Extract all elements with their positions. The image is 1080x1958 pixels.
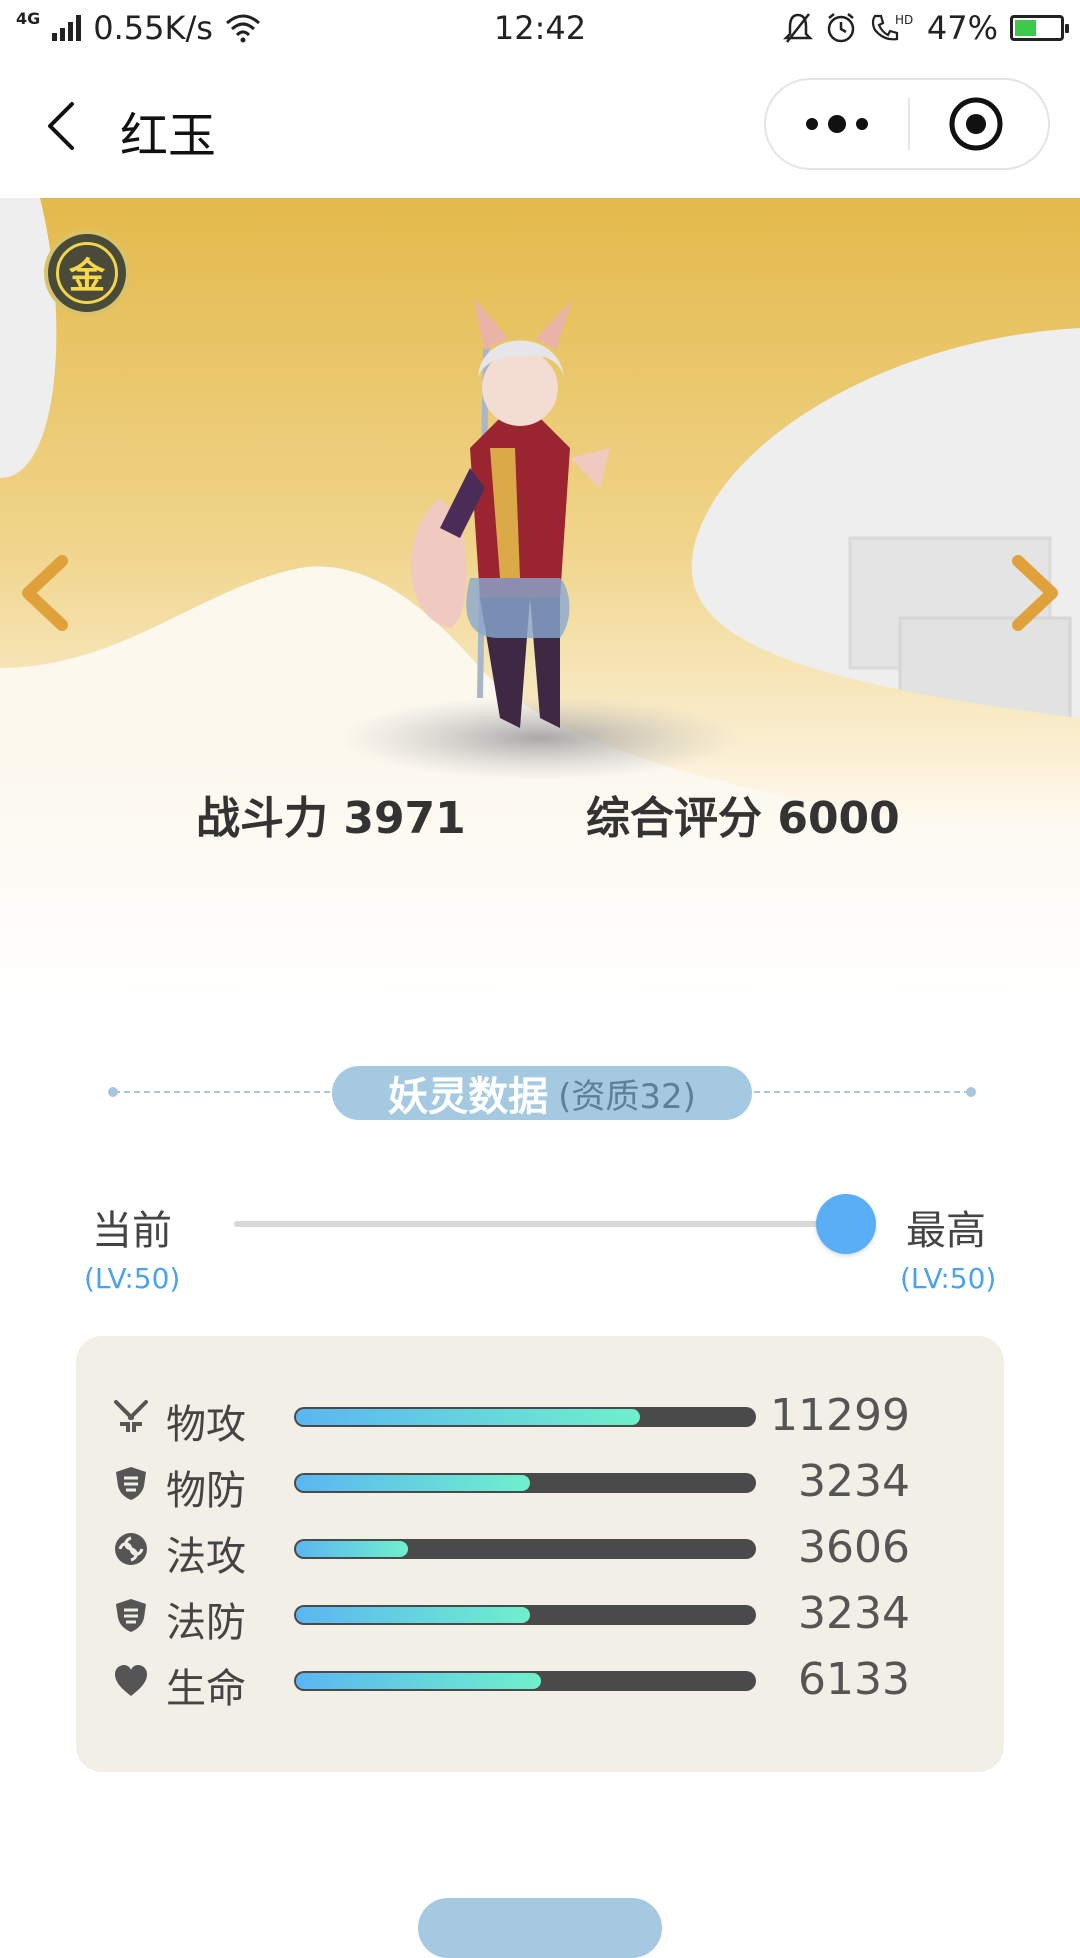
page-title: 红玉 [120,108,217,164]
battery-icon [1010,15,1069,41]
signal-icon [52,15,82,41]
power-score-line: 战斗力 3971 综合评分 6000 [0,782,1080,852]
combat-power-label: 战斗力 [196,793,328,844]
chevron-left-icon [22,555,68,631]
section-title-pill: 妖灵数据 (资质32) [332,1066,752,1120]
previous-spirit-button[interactable] [16,553,76,633]
level-slider-fill [234,1221,854,1227]
attribute-bar [294,1605,756,1625]
wifi-icon [225,14,260,43]
attribute-row: 物防 3234 [76,1454,1004,1514]
attribute-bar-fill [296,1607,530,1623]
close-mini-program-button[interactable] [910,80,1048,168]
status-right: HD 47% [782,9,1069,47]
attribute-row: 法防 3234 [76,1586,1004,1646]
chevron-right-icon [1012,555,1058,631]
svg-text:HD: HD [895,13,913,27]
network-type: 4G [16,8,41,28]
attribute-bar-fill [296,1409,640,1425]
attribute-panel: 物攻 11299 物防 3234 法攻 3606 法防 3234 生命 6133 [76,1336,1004,1772]
next-section-pill [418,1898,662,1958]
attribute-bar [294,1671,756,1691]
attribute-name: 法攻 [166,1534,246,1580]
chevron-left-icon [48,102,74,150]
overall-score-value: 6000 [777,793,900,844]
shield-icon [116,1467,146,1500]
grade-badge-char: 金 [56,242,118,304]
attribute-row: 法攻 3606 [76,1520,1004,1580]
attribute-name: 物攻 [166,1402,246,1448]
overall-score-label: 综合评分 [586,793,762,844]
attribute-name: 生命 [166,1666,246,1712]
battery-fill [1015,20,1036,36]
max-level-label: 最高 [906,1208,986,1254]
section-title: 妖灵数据 [388,1074,549,1120]
combat-power-value: 3971 [343,793,466,844]
mini-program-capsule [764,78,1050,170]
magic-swirl-icon [115,1533,147,1565]
level-slider[interactable] [234,1221,854,1227]
more-button[interactable] [766,80,908,168]
attribute-value: 11299 [770,1390,910,1441]
mute-bell-icon [782,13,813,43]
showcase-background [0,198,1080,1018]
header-dot-right [966,1087,976,1097]
attribute-bar-fill [296,1475,530,1491]
max-level-value: (LV:50) [900,1262,997,1295]
overall-score: 综合评分 6000 [586,782,900,846]
attribute-row: 物攻 11299 [76,1388,1004,1448]
combat-power: 战斗力 3971 [196,782,466,846]
next-spirit-button[interactable] [1004,553,1064,633]
attribute-row: 生命 6133 [76,1652,1004,1712]
title-bar: 红玉 [0,56,1080,198]
battery-percent: 47% [926,9,998,47]
attribute-value: 3234 [798,1588,910,1639]
network-speed: 0.55K/s [93,9,213,47]
alarm-clock-icon [827,13,855,43]
attribute-bar-fill [296,1541,408,1557]
attribute-bar [294,1473,756,1493]
shield-icon [116,1599,146,1632]
spirit-showcase: 金 战斗力 3971 综合评分 6000 [0,198,1080,1018]
sword-icon [114,1400,148,1432]
level-slider-thumb[interactable] [816,1194,876,1254]
hd-call-icon: HD [871,13,913,41]
current-level-value: (LV:50) [84,1262,181,1295]
attribute-bar [294,1407,756,1427]
attribute-bar-fill [296,1673,541,1689]
level-slider-row: 当前 (LV:50) 最高 (LV:50) [0,1186,1080,1306]
heart-icon [115,1665,147,1696]
section-header-spirit-data: 妖灵数据 (资质32) [108,1064,976,1120]
more-dots-icon [806,115,868,133]
attribute-name: 法防 [166,1600,246,1646]
attribute-bar [294,1539,756,1559]
back-button[interactable] [36,96,96,156]
header-dash-right [744,1091,970,1093]
header-dash-left [114,1091,340,1093]
status-bar: 4G 0.55K/s 12:42 HD 47% [0,0,1080,56]
grade-badge: 金 [44,230,130,316]
attribute-name: 物防 [166,1468,246,1514]
section-subtitle: (资质32) [558,1076,696,1117]
status-left: 4G 0.55K/s [16,9,261,47]
attribute-value: 3606 [798,1522,910,1573]
attribute-value: 3234 [798,1456,910,1507]
target-circle-icon [949,97,1003,151]
current-level-label: 当前 [92,1208,172,1254]
attribute-value: 6133 [798,1654,910,1705]
